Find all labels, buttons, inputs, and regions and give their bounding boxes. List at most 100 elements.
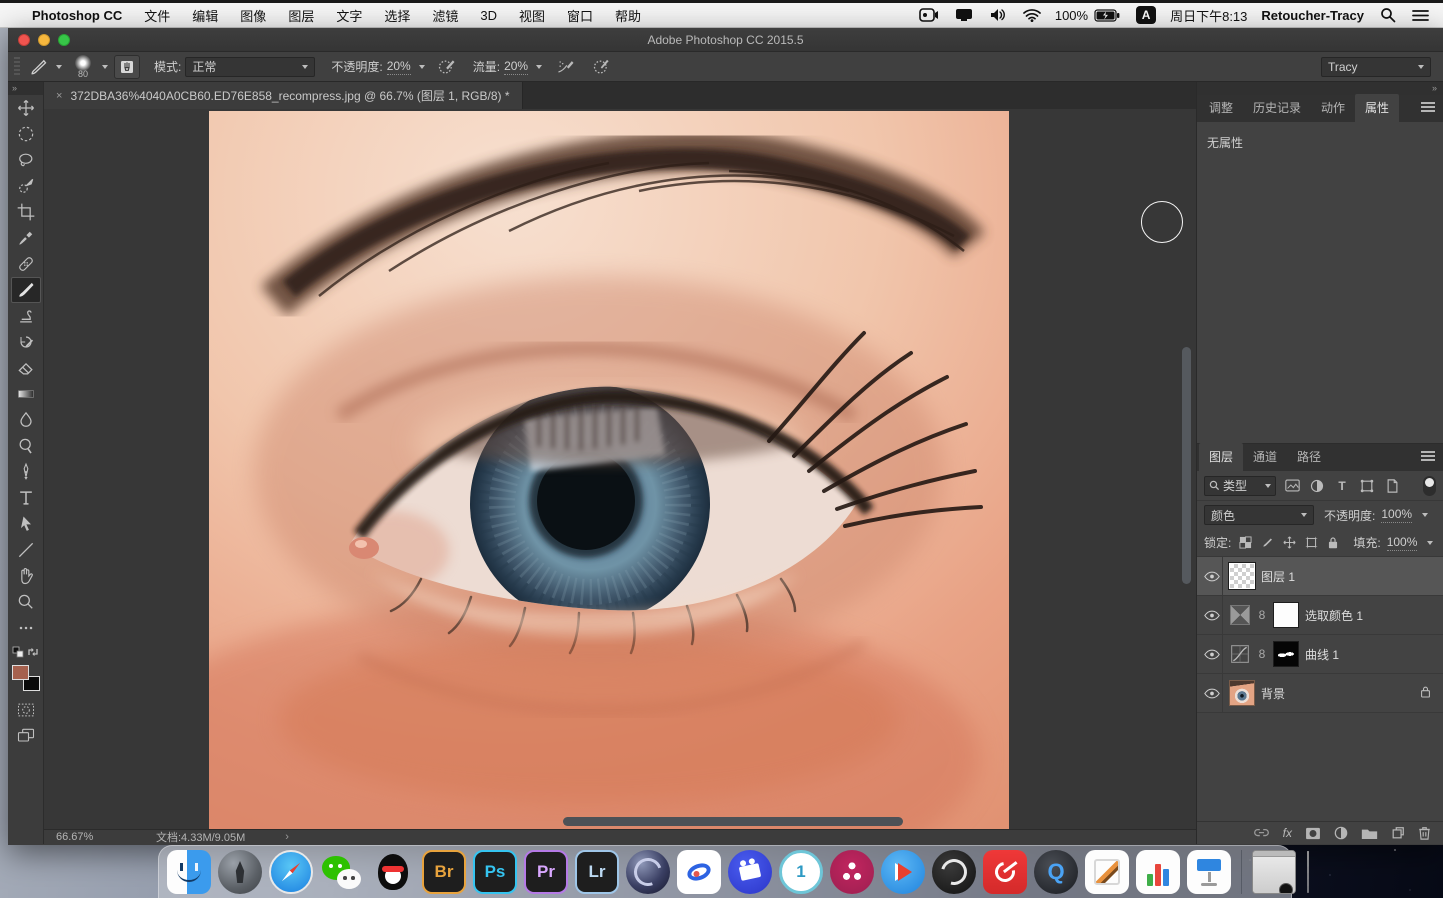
add-mask-icon[interactable] xyxy=(1305,827,1321,840)
more-tools-button[interactable] xyxy=(11,615,41,641)
vertical-scrollbar[interactable] xyxy=(1182,347,1191,584)
airbrush-button[interactable] xyxy=(556,57,576,77)
menu-item-filter[interactable]: 滤镜 xyxy=(432,6,458,25)
chevron-down-icon[interactable] xyxy=(536,65,542,69)
tab-actions[interactable]: 动作 xyxy=(1311,94,1355,122)
display-icon[interactable] xyxy=(955,6,973,24)
layer-thumbnail[interactable] xyxy=(1229,563,1255,589)
panel-menu-icon[interactable] xyxy=(1421,451,1435,461)
eraser-tool[interactable] xyxy=(11,355,41,381)
layer-thumbnail[interactable] xyxy=(1229,680,1255,706)
menu-item-edit[interactable]: 编辑 xyxy=(192,6,218,25)
layer-name[interactable]: 选取颜色 1 xyxy=(1305,607,1363,624)
layer-row-selective-color[interactable]: 8 选取颜色 1 xyxy=(1197,596,1443,635)
quick-mask-button[interactable] xyxy=(11,697,41,723)
toggle-brush-panel-button[interactable] xyxy=(114,55,140,79)
zoom-window-button[interactable] xyxy=(58,34,70,46)
flow-value[interactable]: 20% xyxy=(504,59,528,75)
spotlight-search-icon[interactable] xyxy=(1380,6,1396,24)
blur-tool[interactable] xyxy=(11,407,41,433)
brush-preset-picker[interactable]: 80 xyxy=(68,53,98,81)
dock-capture-one[interactable]: 1 xyxy=(779,850,823,894)
layer-name[interactable]: 图层 1 xyxy=(1261,568,1295,585)
dock-cinema-4d[interactable] xyxy=(626,850,670,894)
dock-quicktime[interactable]: Q xyxy=(1034,850,1078,894)
swap-colors-icon[interactable] xyxy=(26,645,40,663)
layer-mask-thumbnail[interactable] xyxy=(1273,641,1299,667)
screen-mode-button[interactable] xyxy=(11,723,41,749)
dock-keynote[interactable] xyxy=(1187,850,1231,894)
layer-name[interactable]: 背景 xyxy=(1261,685,1285,702)
menu-item-3d[interactable]: 3D xyxy=(480,8,497,23)
filter-smart-objects-icon[interactable] xyxy=(1383,477,1401,495)
workspace-switcher-dropdown[interactable]: Tracy xyxy=(1321,57,1431,77)
volume-icon[interactable] xyxy=(989,6,1007,24)
tab-channels[interactable]: 通道 xyxy=(1243,443,1287,471)
notification-center-icon[interactable] xyxy=(1412,6,1429,24)
layer-blend-mode-dropdown[interactable]: 颜色 xyxy=(1204,505,1314,525)
type-tool[interactable] xyxy=(11,485,41,511)
menu-item-layer[interactable]: 图层 xyxy=(288,6,314,25)
menu-item-view[interactable]: 视图 xyxy=(519,6,545,25)
hand-tool[interactable] xyxy=(11,563,41,589)
menu-app-name[interactable]: Photoshop CC xyxy=(32,8,122,23)
chevron-down-icon[interactable] xyxy=(1422,513,1428,517)
filter-pixel-layers-icon[interactable] xyxy=(1283,477,1301,495)
foreground-color-swatch[interactable] xyxy=(12,665,29,680)
zoom-tool[interactable] xyxy=(11,589,41,615)
history-brush-tool[interactable] xyxy=(11,329,41,355)
layer-styles-icon[interactable]: fx xyxy=(1283,826,1292,840)
tools-panel-collapse[interactable]: » xyxy=(8,82,43,95)
menu-item-window[interactable]: 窗口 xyxy=(567,6,593,25)
pressure-size-button[interactable] xyxy=(592,57,612,77)
dock-numbers[interactable] xyxy=(1136,850,1180,894)
path-selection-tool[interactable] xyxy=(11,511,41,537)
zoom-level-field[interactable]: 66.67% xyxy=(56,831,116,843)
dock-finder[interactable] xyxy=(167,850,211,894)
tab-properties[interactable]: 属性 xyxy=(1355,94,1399,122)
pressure-opacity-button[interactable] xyxy=(437,57,457,77)
menu-item-help[interactable]: 帮助 xyxy=(615,6,641,25)
close-window-button[interactable] xyxy=(18,34,30,46)
lock-artboard-icon[interactable] xyxy=(1303,535,1319,551)
menubar-clock[interactable]: 周日下午8:13 xyxy=(1170,6,1247,25)
document-tab[interactable]: × 372DBA36%4040A0CB60.ED76E858_recompres… xyxy=(44,82,523,109)
chevron-down-icon[interactable] xyxy=(419,65,425,69)
layer-row-background[interactable]: 背景 xyxy=(1197,674,1443,713)
dock-davinci-resolve[interactable] xyxy=(830,850,874,894)
healing-brush-tool[interactable] xyxy=(11,251,41,277)
horizontal-scrollbar[interactable] xyxy=(563,817,903,826)
layer-filter-dropdown[interactable]: 类型 xyxy=(1204,476,1276,496)
gradient-tool[interactable] xyxy=(11,381,41,407)
tab-history[interactable]: 历史记录 xyxy=(1243,94,1311,122)
tab-paths[interactable]: 路径 xyxy=(1287,443,1331,471)
dock-player-app[interactable] xyxy=(881,850,925,894)
dock-launchpad[interactable] xyxy=(218,850,262,894)
dock-adobe-photoshop[interactable]: Ps xyxy=(473,850,517,894)
panel-menu-icon[interactable] xyxy=(1421,102,1435,112)
brush-tool[interactable] xyxy=(11,277,41,303)
input-method-icon[interactable]: A xyxy=(1136,6,1156,24)
canvas-image[interactable] xyxy=(209,111,1009,829)
lock-transparency-icon[interactable] xyxy=(1237,535,1253,551)
quick-selection-tool[interactable] xyxy=(11,173,41,199)
tab-layers[interactable]: 图层 xyxy=(1199,443,1243,471)
filter-shape-layers-icon[interactable] xyxy=(1358,477,1376,495)
menu-item-image[interactable]: 图像 xyxy=(240,6,266,25)
canvas-viewport[interactable] xyxy=(44,109,1196,829)
chevron-down-icon[interactable] xyxy=(102,65,108,69)
blend-mode-dropdown[interactable]: 正常 xyxy=(185,57,315,77)
visibility-eye-icon[interactable] xyxy=(1201,557,1223,595)
filter-type-layers-icon[interactable]: T xyxy=(1333,477,1351,495)
menubar-username[interactable]: Retoucher-Tracy xyxy=(1261,8,1364,23)
default-colors-icon[interactable] xyxy=(12,645,24,663)
dock-adobe-premiere[interactable]: Pr xyxy=(524,850,568,894)
crop-tool[interactable] xyxy=(11,199,41,225)
tool-preset-picker[interactable] xyxy=(28,57,62,77)
dock-safari[interactable] xyxy=(269,850,313,894)
lasso-tool[interactable] xyxy=(11,147,41,173)
move-tool[interactable] xyxy=(11,95,41,121)
layer-row-curves[interactable]: 8 曲线 1 xyxy=(1197,635,1443,674)
dock-video-app[interactable] xyxy=(728,850,772,894)
visibility-eye-icon[interactable] xyxy=(1201,635,1223,673)
